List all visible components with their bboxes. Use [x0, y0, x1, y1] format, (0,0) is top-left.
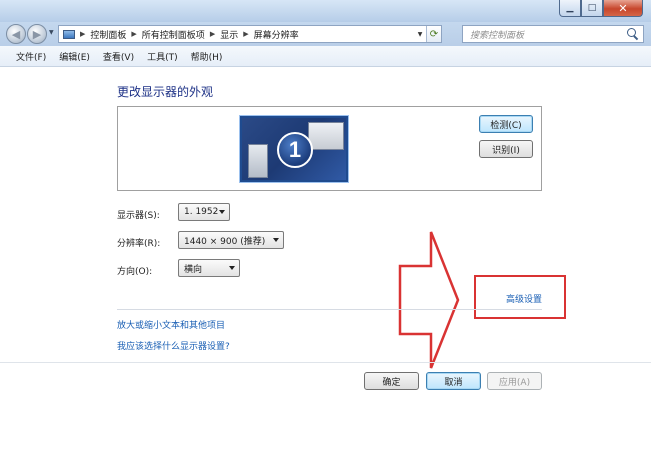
annotation-arrow	[398, 231, 460, 369]
title-bar: ▁ □ ✕	[0, 0, 651, 22]
breadcrumb-display[interactable]: 显示	[220, 28, 238, 41]
address-dropdown-icon[interactable]: ▼	[414, 31, 426, 38]
address-bar[interactable]: ▶ 控制面板 ▶ 所有控制面板项 ▶ 显示 ▶ 屏幕分辨率 ▼ ⟳	[58, 25, 442, 43]
identify-button[interactable]: 识别(I)	[479, 140, 533, 158]
footer-divider	[0, 362, 651, 363]
back-button[interactable]: ◀	[6, 24, 26, 44]
resolution-select-value: 1440 × 900 (推荐)	[184, 236, 266, 247]
forward-arrow-icon: ▶	[32, 27, 42, 41]
advanced-settings-link[interactable]: 高级设置	[506, 292, 542, 305]
breadcrumb-separator-icon[interactable]: ▶	[80, 30, 85, 38]
maximize-button[interactable]: □	[581, 0, 603, 17]
display-select[interactable]: 1. 1952	[178, 203, 230, 221]
menu-view[interactable]: 查看(V)	[103, 50, 134, 63]
cancel-button[interactable]: 取消	[426, 372, 481, 390]
orientation-label: 方向(O):	[117, 267, 153, 277]
menu-tools[interactable]: 工具(T)	[147, 50, 178, 63]
menu-edit[interactable]: 编辑(E)	[59, 50, 90, 63]
display-label: 显示器(S):	[117, 211, 160, 221]
forward-button[interactable]: ▶	[27, 24, 47, 44]
display-settings-help-link[interactable]: 我应该选择什么显示器设置?	[117, 339, 230, 352]
text-size-link[interactable]: 放大或缩小文本和其他项目	[117, 318, 225, 331]
breadcrumb-separator-icon[interactable]: ▶	[210, 30, 215, 38]
monitor-number-badge: 1	[277, 132, 313, 168]
address-bar-controls: ▼ ⟳	[414, 26, 441, 42]
window-thumbnail-icon	[308, 122, 344, 150]
monitor-preview-panel: 1 检测(C) 识别(I)	[117, 106, 542, 191]
orientation-select[interactable]: 横向	[178, 259, 240, 277]
orientation-select-value: 横向	[184, 264, 203, 275]
resolution-label: 分辨率(R):	[117, 239, 161, 249]
menu-bar: 文件(F) 编辑(E) 查看(V) 工具(T) 帮助(H)	[0, 46, 651, 67]
search-box[interactable]: 搜索控制面板	[462, 25, 644, 43]
dropdown-arrow-icon	[219, 210, 225, 214]
ok-button[interactable]: 确定	[364, 372, 419, 390]
refresh-icon[interactable]: ⟳	[426, 26, 441, 42]
page-title: 更改显示器的外观	[117, 85, 214, 99]
navigation-bar: ◀ ▶ ▼ ▶ 控制面板 ▶ 所有控制面板项 ▶ 显示 ▶ 屏幕分辨率 ▼ ⟳ …	[0, 22, 651, 46]
monitor-thumbnail[interactable]: 1	[240, 116, 348, 182]
breadcrumb-control-panel[interactable]: 控制面板	[90, 28, 126, 41]
annotation-arrow-shape	[398, 231, 460, 369]
close-icon: ✕	[618, 1, 628, 15]
search-input[interactable]: 搜索控制面板	[470, 28, 626, 41]
control-panel-icon	[63, 29, 75, 39]
minimize-button[interactable]: ▁	[559, 0, 581, 17]
display-select-value: 1. 1952	[184, 207, 219, 217]
resolution-select[interactable]: 1440 × 900 (推荐)	[178, 231, 284, 249]
window-thumbnail-icon	[248, 144, 268, 178]
breadcrumb-screen-resolution[interactable]: 屏幕分辨率	[254, 28, 299, 41]
section-divider	[117, 309, 542, 310]
breadcrumb-separator-icon[interactable]: ▶	[243, 30, 248, 38]
breadcrumb-all-items[interactable]: 所有控制面板项	[142, 28, 205, 41]
apply-button[interactable]: 应用(A)	[487, 372, 542, 390]
recent-pages-dropdown[interactable]: ▼	[49, 29, 54, 36]
breadcrumb-separator-icon[interactable]: ▶	[131, 30, 136, 38]
close-button[interactable]: ✕	[603, 0, 643, 17]
detect-button[interactable]: 检测(C)	[479, 115, 533, 133]
back-arrow-icon: ◀	[11, 27, 21, 41]
window-controls: ▁ □ ✕	[559, 0, 643, 17]
dropdown-arrow-icon	[229, 266, 235, 270]
dropdown-arrow-icon	[273, 238, 279, 242]
maximize-icon: □	[587, 3, 597, 13]
menu-help[interactable]: 帮助(H)	[191, 50, 223, 63]
menu-file[interactable]: 文件(F)	[16, 50, 46, 63]
minimize-icon: ▁	[566, 3, 574, 13]
search-icon[interactable]	[626, 27, 640, 41]
